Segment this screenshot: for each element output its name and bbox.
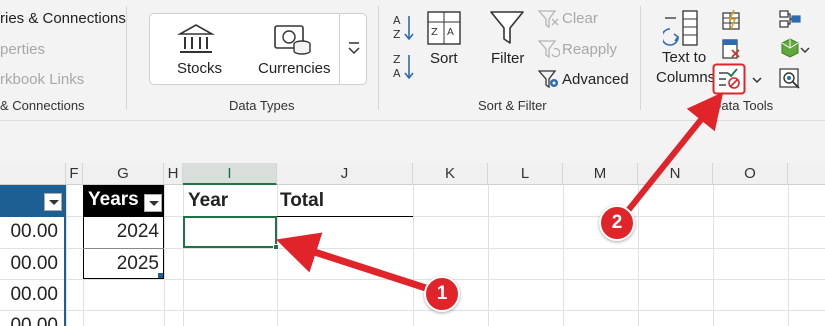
callout-2-arrow bbox=[619, 91, 724, 221]
callout-1-arrow bbox=[276, 232, 436, 294]
callout-2-badge: 2 bbox=[599, 205, 635, 241]
callout-1-badge: 1 bbox=[424, 276, 460, 312]
annotation-arrows bbox=[276, 91, 724, 294]
